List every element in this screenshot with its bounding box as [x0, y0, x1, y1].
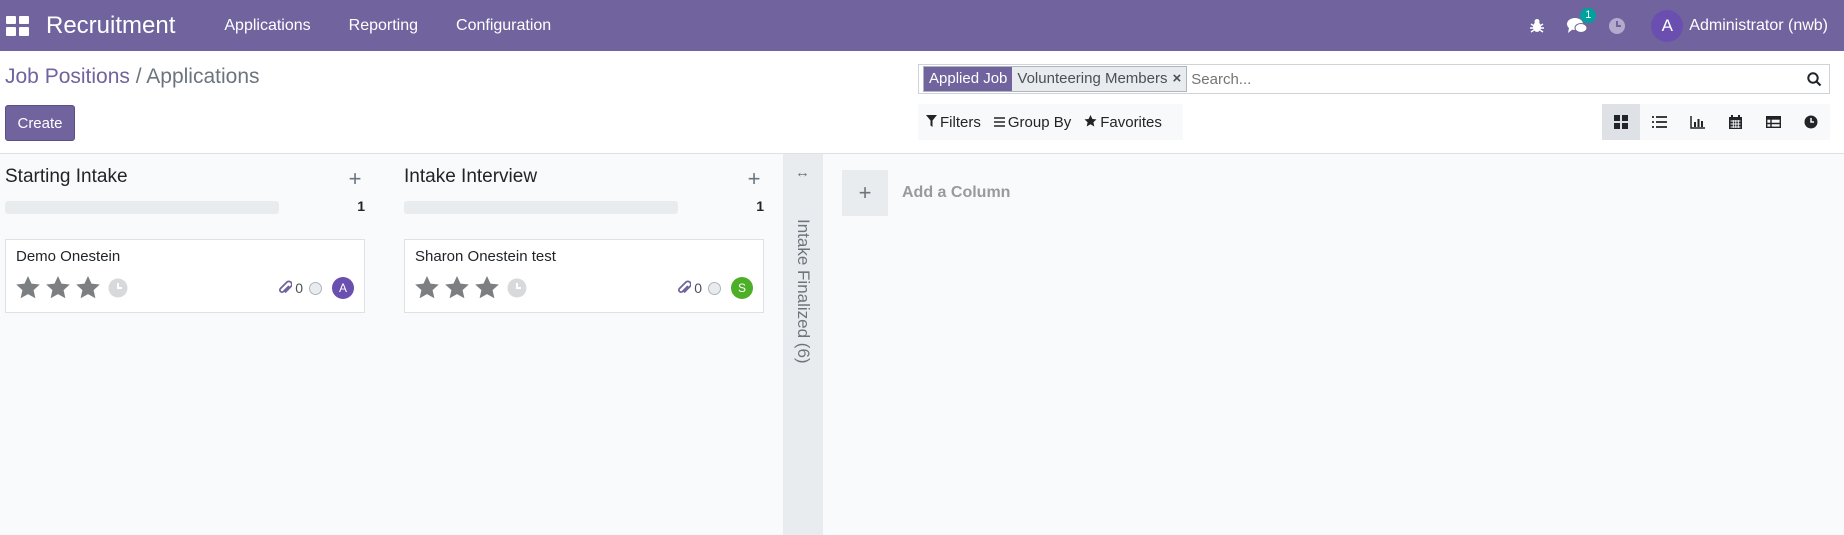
calendar-view-icon[interactable] [1716, 104, 1754, 140]
star-icon[interactable] [46, 276, 70, 299]
filters-label: Filters [940, 113, 981, 131]
kanban-column-starting-intake: Starting Intake + 1 Demo Onestein 0 A [5, 154, 365, 535]
column-count: 1 [357, 198, 365, 214]
column-progress-bar[interactable] [404, 201, 678, 214]
debug-bug-icon[interactable] [1517, 0, 1557, 51]
menu-reporting[interactable]: Reporting [330, 17, 437, 35]
filters-button[interactable]: Filters [926, 114, 981, 131]
search-input[interactable] [1191, 70, 1799, 88]
breadcrumb-separator: / [135, 65, 142, 88]
graph-view-icon[interactable] [1678, 104, 1716, 140]
facet-category: Applied Job [924, 67, 1013, 91]
priority-stars [415, 276, 527, 299]
card-footer-right: 0 S [677, 277, 753, 299]
search-icon[interactable] [1799, 71, 1829, 87]
messages-icon[interactable]: 1 [1557, 0, 1597, 51]
apps-menu-icon[interactable] [4, 14, 29, 38]
paperclip-icon [279, 280, 293, 294]
kanban-card[interactable]: Demo Onestein 0 A [5, 239, 365, 313]
messages-count-badge: 1 [1580, 8, 1597, 23]
kanban-state-indicator[interactable] [708, 281, 721, 295]
control-panel: Job Positions / Applications Create Appl… [0, 51, 1844, 154]
folded-column-intake-finalized[interactable]: ↔ Intake Finalized (6) [783, 154, 823, 535]
priority-stars [16, 276, 128, 299]
filter-bar: Filters Group By Favorites [918, 104, 1183, 140]
group-by-icon [993, 115, 1005, 130]
activity-clock-icon[interactable] [108, 278, 128, 298]
activity-view-icon[interactable] [1792, 104, 1830, 140]
activity-clock-icon[interactable] [1597, 0, 1637, 51]
list-view-icon[interactable] [1640, 104, 1678, 140]
user-menu[interactable]: A Administrator (nwb) [1651, 9, 1828, 42]
column-title: Intake Interview [404, 166, 538, 187]
search-facet: Applied Job Volunteering Members × [923, 66, 1188, 92]
breadcrumb-current: Applications [146, 65, 260, 88]
kanban-card[interactable]: Sharon Onestein test 0 S [404, 239, 764, 313]
add-column-label[interactable]: Add a Column [902, 184, 1010, 202]
star-icon[interactable] [16, 276, 40, 299]
attachment-count: 0 [694, 280, 702, 296]
star-icon[interactable] [475, 276, 499, 299]
add-column[interactable]: + Add a Column [842, 170, 1010, 216]
column-quick-create-icon[interactable]: + [345, 166, 365, 192]
paperclip-icon [678, 280, 692, 294]
filter-icon [926, 114, 937, 130]
group-by-button[interactable]: Group By [993, 113, 1072, 131]
menu-configuration[interactable]: Configuration [437, 17, 570, 35]
breadcrumb: Job Positions / Applications [5, 65, 260, 89]
top-navbar: Recruitment Applications Reporting Confi… [0, 0, 1844, 51]
create-button[interactable]: Create [5, 105, 75, 141]
pivot-view-icon[interactable] [1754, 104, 1792, 140]
star-icon[interactable] [415, 276, 439, 299]
kanban-state-indicator[interactable] [309, 281, 322, 295]
applicant-name: Sharon Onestein test [415, 248, 556, 265]
breadcrumb-job-positions[interactable]: Job Positions [5, 65, 130, 88]
star-icon[interactable] [445, 276, 469, 299]
card-footer-right: 0 A [278, 277, 354, 299]
column-count: 1 [756, 198, 764, 214]
column-quick-create-icon[interactable]: + [744, 166, 764, 192]
star-icon [1084, 114, 1097, 130]
expand-arrows-icon[interactable]: ↔ [795, 164, 810, 181]
column-progress-bar[interactable] [5, 201, 279, 214]
assignee-avatar[interactable]: S [731, 277, 753, 299]
applicant-name: Demo Onestein [16, 248, 121, 265]
column-title: Starting Intake [5, 166, 128, 187]
user-name: Administrator (nwb) [1689, 16, 1828, 34]
menu-applications[interactable]: Applications [205, 17, 329, 35]
favorites-label: Favorites [1100, 113, 1162, 131]
search-bar: Applied Job Volunteering Members × [918, 64, 1830, 94]
facet-remove-icon[interactable]: × [1172, 67, 1187, 91]
user-avatar: A [1651, 9, 1684, 42]
view-switcher [1602, 104, 1830, 140]
group-by-label: Group By [1007, 113, 1072, 131]
activity-clock-icon[interactable] [507, 278, 527, 298]
kanban-column-intake-interview: Intake Interview + 1 Sharon Onestein tes… [404, 154, 764, 535]
assignee-avatar[interactable]: A [332, 277, 354, 299]
attachment-count: 0 [295, 280, 303, 296]
app-brand[interactable]: Recruitment [46, 12, 175, 40]
kanban-view-icon[interactable] [1602, 104, 1640, 140]
kanban-board: Starting Intake + 1 Demo Onestein 0 A In… [0, 154, 1844, 535]
star-icon[interactable] [76, 276, 100, 299]
folded-column-title: Intake Finalized (6) [794, 219, 813, 364]
add-column-plus-icon[interactable]: + [842, 170, 888, 216]
facet-value: Volunteering Members [1012, 67, 1173, 91]
favorites-button[interactable]: Favorites [1084, 114, 1162, 131]
